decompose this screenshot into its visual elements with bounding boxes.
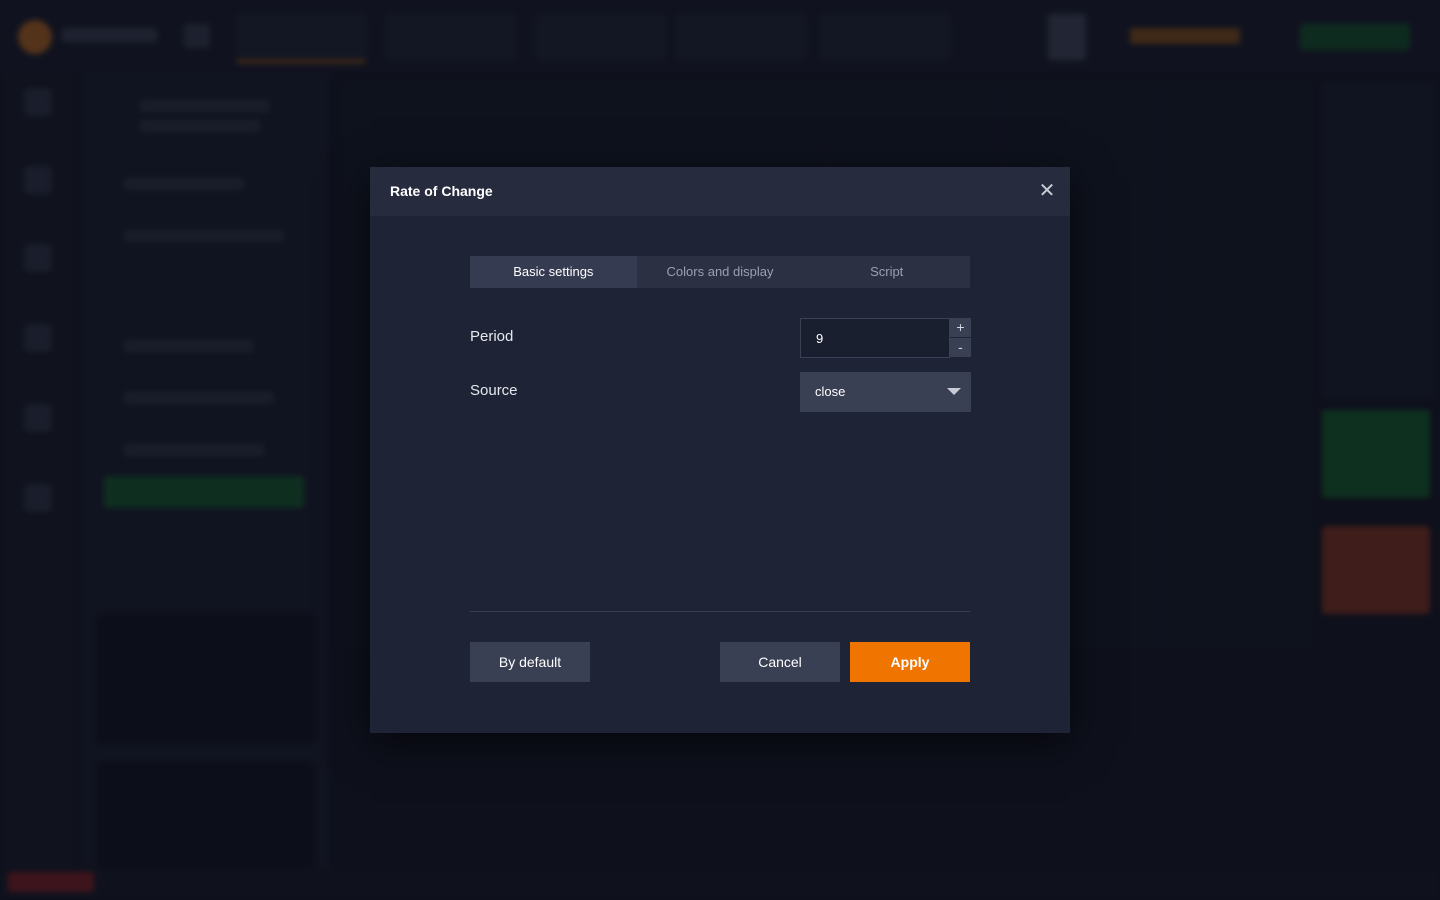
period-decrement-button[interactable]: - bbox=[950, 338, 971, 357]
dialog-title: Rate of Change bbox=[390, 183, 493, 199]
dialog-divider bbox=[470, 611, 970, 612]
period-input[interactable] bbox=[800, 318, 950, 358]
source-selected-value: close bbox=[815, 384, 846, 399]
settings-tabs: Basic settings Colors and display Script bbox=[470, 256, 970, 288]
period-label: Period bbox=[470, 328, 514, 345]
period-increment-button[interactable]: + bbox=[950, 318, 971, 337]
chevron-down-icon bbox=[947, 388, 961, 395]
by-default-button[interactable]: By default bbox=[470, 642, 590, 682]
tab-colors-and-display[interactable]: Colors and display bbox=[637, 256, 804, 288]
source-label: Source bbox=[470, 382, 518, 399]
tab-script[interactable]: Script bbox=[803, 256, 970, 288]
close-icon[interactable]: ✕ bbox=[1036, 180, 1058, 202]
source-select[interactable]: close bbox=[800, 372, 971, 412]
tab-basic-settings[interactable]: Basic settings bbox=[470, 256, 637, 288]
cancel-button[interactable]: Cancel bbox=[720, 642, 840, 682]
dialog-header: Rate of Change ✕ bbox=[370, 167, 1070, 216]
apply-button[interactable]: Apply bbox=[850, 642, 970, 682]
indicator-settings-dialog: Rate of Change ✕ Basic settings Colors a… bbox=[370, 167, 1070, 733]
